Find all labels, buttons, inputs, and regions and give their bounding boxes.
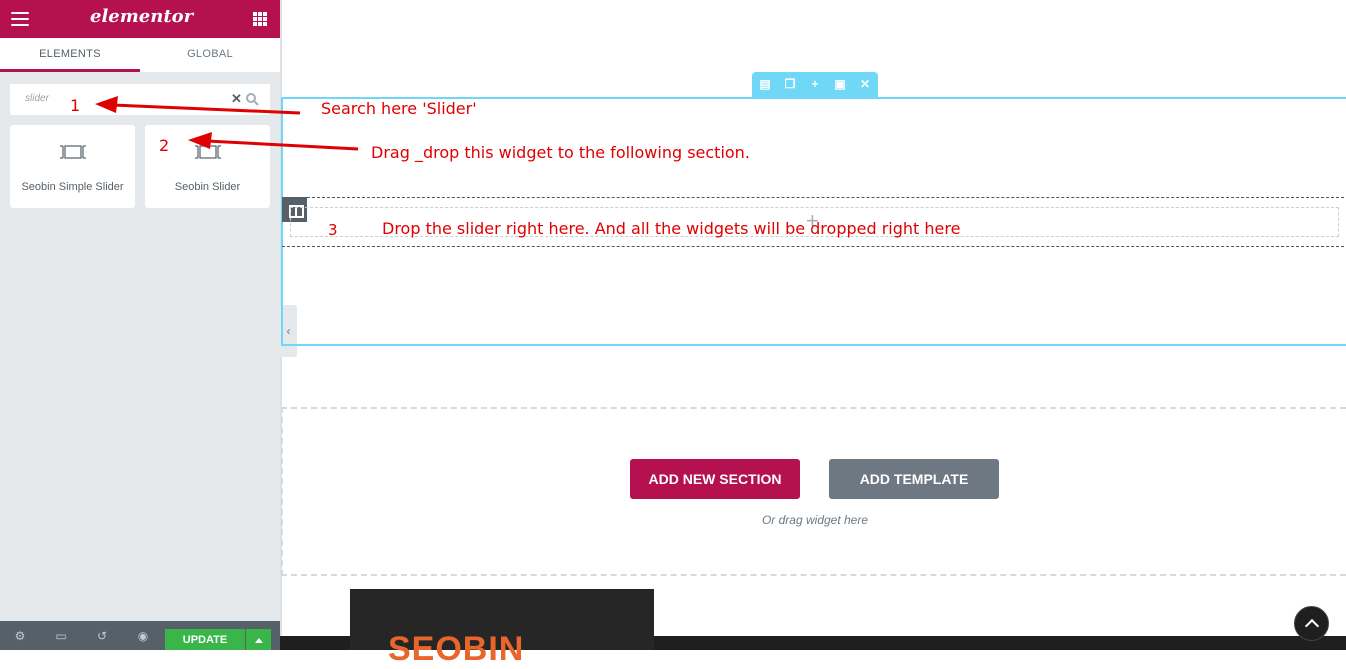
- widget-search-input[interactable]: slider ✕: [10, 84, 270, 115]
- annotation-step-2-text: Drag _drop this widget to the following …: [371, 143, 750, 162]
- settings-icon[interactable]: ⚙: [12, 628, 28, 644]
- tab-elements[interactable]: ELEMENTS: [0, 38, 140, 72]
- add-section-area: [281, 407, 1346, 576]
- slider-icon: [60, 145, 86, 159]
- add-template-button[interactable]: ADD TEMPLATE: [829, 459, 999, 499]
- update-button[interactable]: UPDATE: [165, 629, 245, 650]
- history-icon[interactable]: ↺: [94, 628, 110, 644]
- section-toolbar: ▤ ❐ + ▣ ✕: [752, 72, 878, 97]
- annotation-step-3-text: Drop the slider right here. And all the …: [382, 219, 961, 238]
- preview-eye-icon[interactable]: ◉: [135, 628, 151, 644]
- clear-icon[interactable]: ✕: [231, 91, 242, 107]
- responsive-desktop-icon[interactable]: ▭: [53, 628, 69, 644]
- drag-widget-hint: Or drag widget here: [761, 513, 869, 527]
- apps-grid-icon[interactable]: [253, 12, 267, 26]
- annotation-step-3-number: 3: [328, 221, 338, 239]
- scroll-to-top-icon[interactable]: [1294, 606, 1329, 641]
- annotation-step-1-text: Search here 'Slider': [321, 99, 477, 118]
- widget-label: Seobin Simple Slider: [21, 181, 124, 193]
- save-icon[interactable]: ▣: [830, 76, 850, 93]
- widget-label: Seobin Slider: [174, 181, 241, 193]
- add-new-section-button[interactable]: ADD NEW SECTION: [630, 459, 800, 499]
- save-options-chevron-icon[interactable]: [246, 629, 271, 650]
- menu-icon[interactable]: [11, 12, 29, 26]
- search-input-value: slider: [25, 93, 49, 104]
- slider-icon: [195, 145, 221, 159]
- panel-header: elementor: [0, 0, 280, 38]
- annotation-step-2-number: 2: [159, 136, 170, 155]
- tab-global[interactable]: GLOBAL: [140, 38, 280, 72]
- search-icon: [246, 93, 259, 106]
- duplicate-icon[interactable]: ❐: [780, 76, 800, 93]
- elementor-logo: elementor: [90, 6, 194, 27]
- widget-seobin-simple-slider[interactable]: Seobin Simple Slider: [10, 125, 135, 208]
- edit-section-icon[interactable]: ▤: [755, 76, 775, 93]
- add-icon[interactable]: +: [805, 76, 825, 93]
- annotation-step-1-number: 1: [70, 96, 81, 115]
- close-icon[interactable]: ✕: [855, 76, 875, 93]
- panel-tabs: ELEMENTS GLOBAL: [0, 38, 280, 72]
